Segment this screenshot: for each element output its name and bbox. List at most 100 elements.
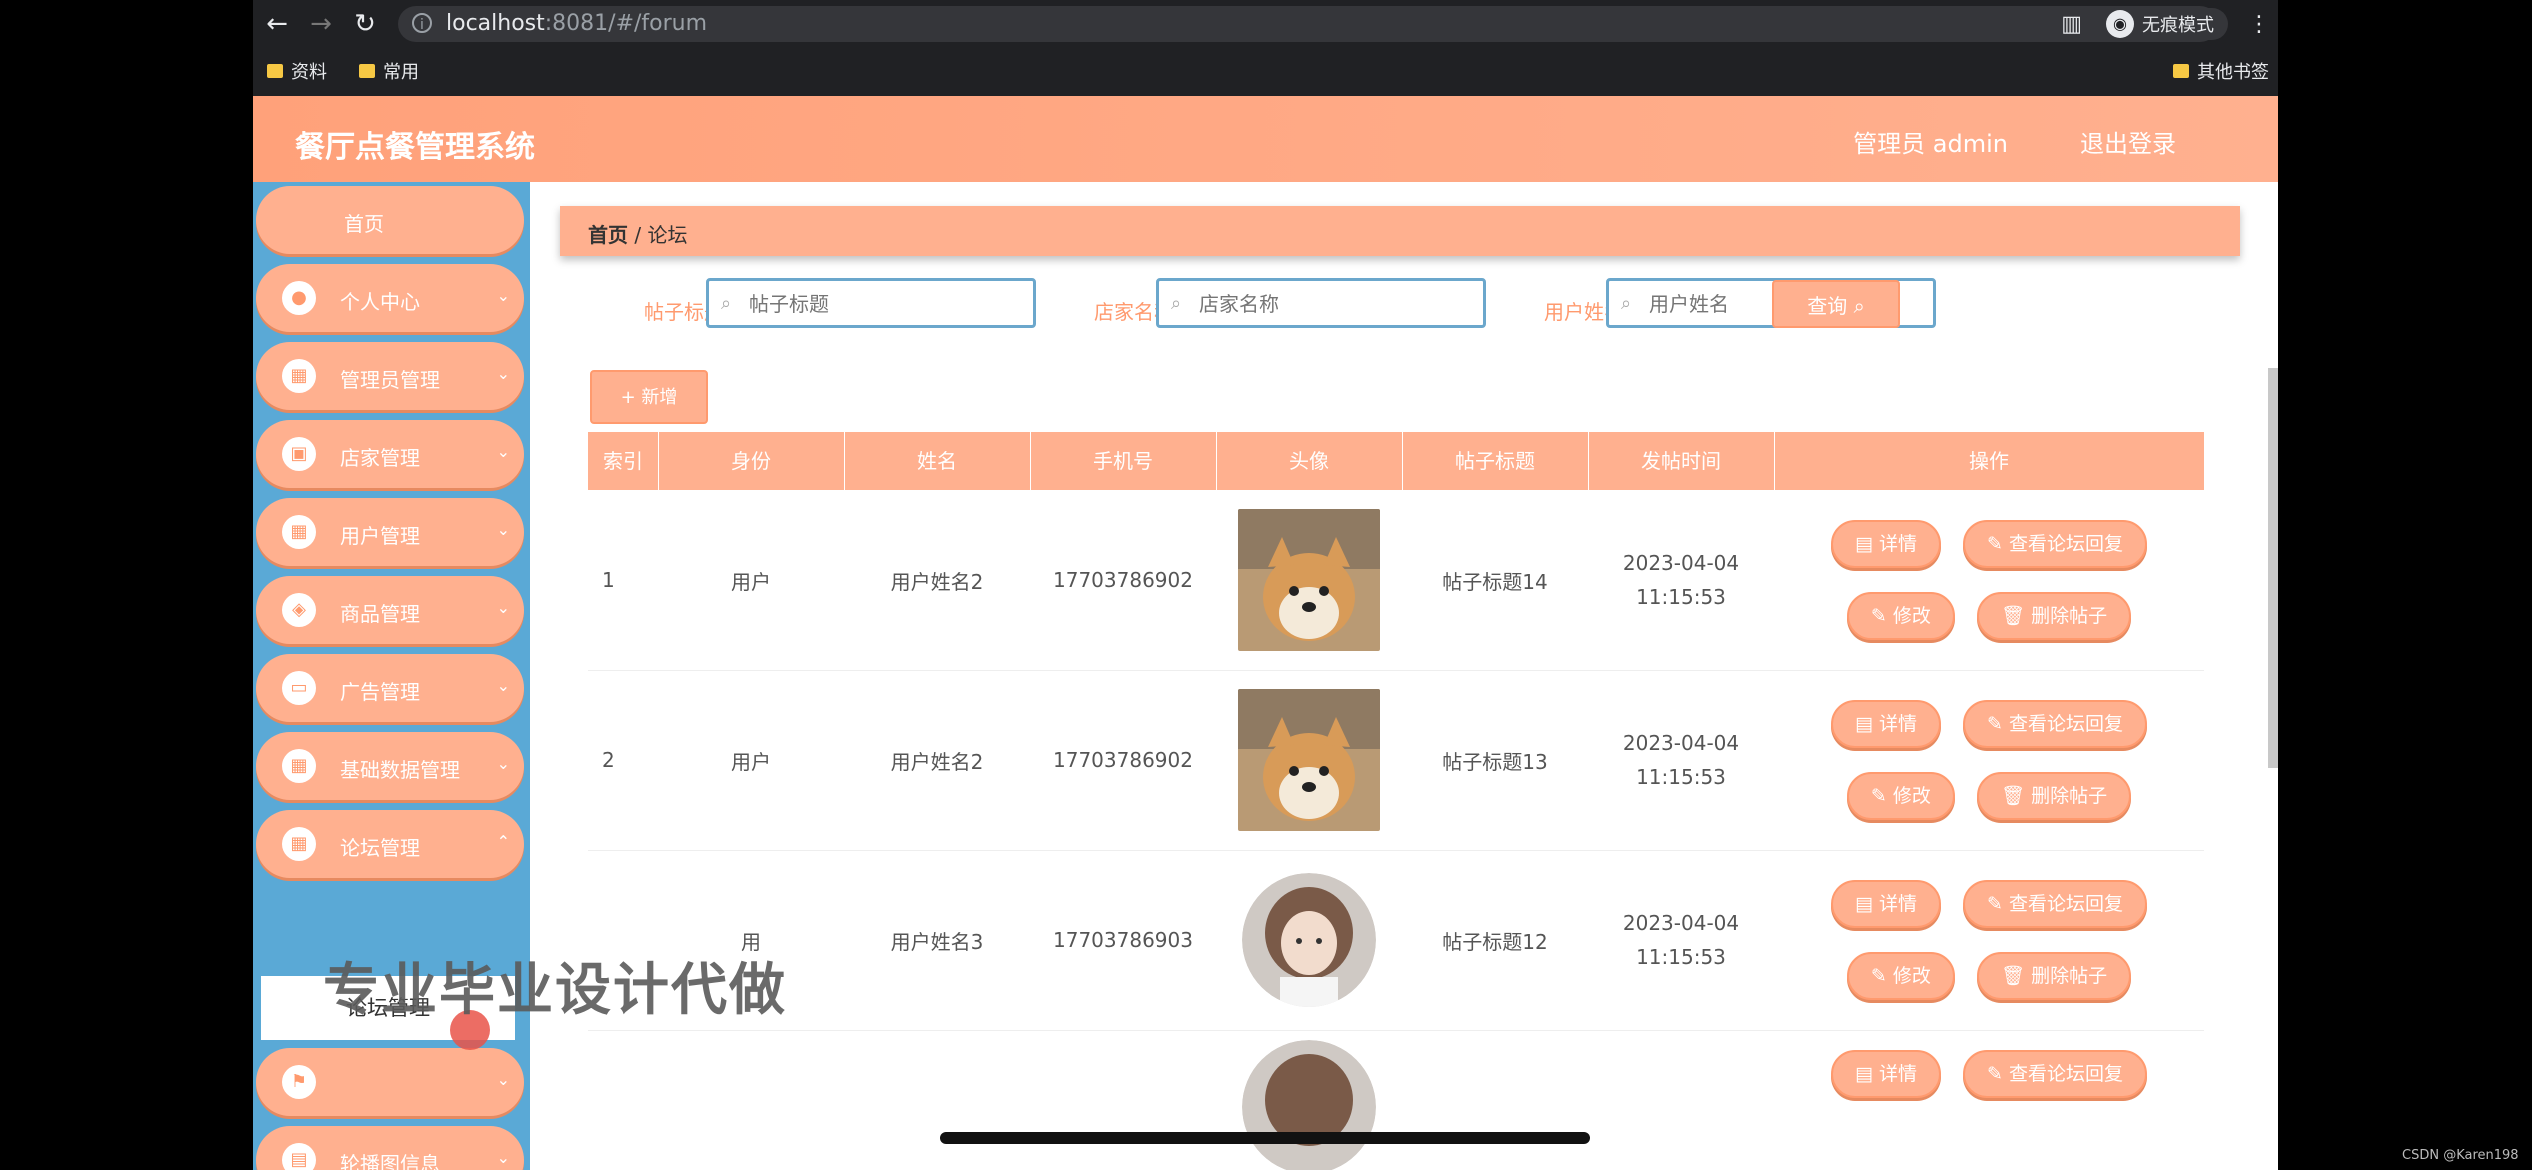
avatar-cell: [1216, 1030, 1402, 1170]
sidebar-item-goods[interactable]: ◈ 商品管理 ⌄: [256, 576, 524, 644]
url-host: localhost: [446, 11, 545, 36]
sidebar-item-users[interactable]: ▦ 用户管理 ⌄: [256, 498, 524, 566]
app-title: 餐厅点餐管理系统: [295, 130, 535, 165]
sidebar-item-shop[interactable]: ▣ 店家管理 ⌄: [256, 420, 524, 488]
logout-link[interactable]: 退出登录: [2080, 124, 2176, 159]
forward-icon[interactable]: →: [305, 8, 337, 40]
edit-button[interactable]: ✎ 修改: [1846, 592, 1955, 640]
bookmark-folder[interactable]: 常用: [359, 58, 419, 84]
view-reply-button[interactable]: ✎ 查看论坛回复: [1963, 520, 2147, 568]
avatar: [1238, 509, 1380, 651]
edit-icon: ✎: [1987, 893, 2003, 915]
delete-button[interactable]: 🗑 删除帖子: [1976, 952, 2132, 1000]
edit-icon: ✎: [1870, 605, 1887, 627]
bookmarks-bar: 资料 常用 其他书签: [253, 52, 2278, 92]
browser-chrome: ← → ↻ i localhost:8081/#/forum ⚿ ☆ ▥ ◉ 无…: [253, 0, 2278, 96]
edit-icon: ✎: [1870, 785, 1887, 807]
overlay-watermark: 专业毕业设计代做: [323, 958, 787, 1023]
info-icon[interactable]: i: [412, 13, 432, 33]
reload-icon[interactable]: ↻: [349, 8, 381, 40]
title-search-field[interactable]: ⌕: [706, 278, 1036, 328]
grid-icon: ▦: [282, 749, 316, 783]
view-reply-button[interactable]: ✎ 查看论坛回复: [1963, 880, 2147, 928]
chevron-down-icon: ⌄: [496, 754, 510, 773]
sidebar-item-hidden[interactable]: ⚑ ⌄: [256, 1048, 524, 1116]
table-row: 2 用户 用户姓名2 17703786902 帖子标题13 2023-04-04…: [588, 670, 2204, 851]
chevron-down-icon: ⌄: [496, 364, 510, 383]
avatar-cell: [1216, 670, 1402, 850]
sidebar-item-forum[interactable]: ▦ 论坛管理 ⌃: [256, 810, 524, 878]
search-icon: ⌕: [1853, 294, 1865, 318]
breadcrumb-home[interactable]: 首页: [588, 223, 628, 247]
title-search-input[interactable]: [747, 291, 1021, 317]
sidebar-item-personal[interactable]: ● 个人中心 ⌄: [256, 264, 524, 332]
table-row: 1 用户 用户姓名2 17703786902 帖子标题14 2023-04-04…: [588, 490, 2204, 671]
top-bar: 餐厅点餐管理系统 管理员 admin 退出登录: [253, 96, 2278, 182]
user-icon: ●: [282, 281, 316, 315]
grid-icon: ▦: [282, 515, 316, 549]
add-button[interactable]: + 新增: [590, 370, 708, 424]
trash-icon: 🗑: [2000, 785, 2026, 807]
detail-button[interactable]: ▤ 详情: [1831, 880, 1942, 928]
incognito-badge[interactable]: ◉ 无痕模式: [2102, 8, 2228, 40]
box-icon: ◈: [282, 593, 316, 627]
avatar-cell: [1216, 850, 1402, 1030]
chevron-down-icon: ⌄: [496, 1070, 510, 1089]
briefcase-icon: ▣: [282, 437, 316, 471]
menu-dots-icon[interactable]: ⋮: [2248, 12, 2270, 37]
view-reply-button[interactable]: ✎ 查看论坛回复: [1963, 700, 2147, 748]
trash-icon: 🗑: [2000, 605, 2026, 627]
sidebar-item-carousel[interactable]: ▤ 轮播图信息 ⌄: [256, 1126, 524, 1170]
grid-icon: ▦: [282, 827, 316, 861]
edit-icon: ✎: [1987, 533, 2003, 555]
grid-icon: ▦: [282, 359, 316, 393]
row-actions: ▤ 详情 ✎ 查看论坛回复 ✎ 修改 🗑 删除帖子: [1774, 850, 2204, 1030]
chevron-down-icon: ⌄: [496, 520, 510, 539]
delete-button[interactable]: 🗑 删除帖子: [1976, 592, 2132, 640]
incognito-label: 无痕模式: [2142, 15, 2214, 36]
doc-icon: ▤: [1855, 533, 1873, 555]
query-button[interactable]: 查询 ⌕: [1772, 280, 1900, 328]
shop-search-input[interactable]: [1197, 291, 1471, 317]
edit-button[interactable]: ✎ 修改: [1846, 952, 1955, 1000]
sidebar-item-home[interactable]: 首页: [256, 186, 524, 254]
sidebar-item-admin[interactable]: ▦ 管理员管理 ⌄: [256, 342, 524, 410]
sidebar-toggle-icon[interactable]: ▥: [2061, 12, 2082, 37]
address-bar[interactable]: i localhost:8081/#/forum ⚿ ☆: [398, 6, 2218, 43]
doc-icon: ▤: [1855, 1063, 1873, 1085]
doc-icon: ▤: [1855, 713, 1873, 735]
home-indicator: [940, 1132, 1590, 1144]
admin-label: 管理员 admin: [1853, 130, 2008, 158]
avatar: [1242, 873, 1376, 1007]
delete-button[interactable]: 🗑 删除帖子: [1976, 772, 2132, 820]
folder-icon: [359, 64, 375, 78]
breadcrumb: 首页 / 论坛: [560, 206, 2240, 256]
incognito-icon: ◉: [2106, 10, 2134, 38]
url-path: :8081/#/forum: [544, 11, 708, 36]
sidebar-item-base-data[interactable]: ▦ 基础数据管理 ⌄: [256, 732, 524, 800]
chevron-up-icon: ⌃: [496, 832, 510, 851]
bookmark-folder[interactable]: 资料: [267, 58, 327, 84]
breadcrumb-current: 论坛: [647, 223, 688, 247]
folder-icon: [2173, 64, 2189, 78]
avatar-cell: [1216, 490, 1402, 670]
shop-search-field[interactable]: ⌕: [1156, 278, 1486, 328]
view-reply-button[interactable]: ✎ 查看论坛回复: [1963, 1050, 2147, 1098]
folder-icon: [267, 64, 283, 78]
back-icon[interactable]: ←: [261, 8, 293, 40]
detail-button[interactable]: ▤ 详情: [1831, 1050, 1942, 1098]
other-bookmarks[interactable]: 其他书签: [2173, 58, 2269, 84]
chevron-down-icon: ⌄: [496, 676, 510, 695]
chevron-down-icon: ⌄: [496, 1148, 510, 1167]
forum-table: 索引 身份 姓名 手机号 头像 帖子标题 发帖时间 操作 1 用户 用户姓名2 …: [588, 432, 2204, 1170]
sidebar-item-ads[interactable]: ▭ 广告管理 ⌄: [256, 654, 524, 722]
image-icon: ▤: [282, 1143, 316, 1170]
edit-icon: ✎: [1987, 1063, 2003, 1085]
edit-button[interactable]: ✎ 修改: [1846, 772, 1955, 820]
scrollbar[interactable]: [2268, 368, 2278, 768]
row-actions: ▤ 详情 ✎ 查看论坛回复 ✎ 修改 🗑 删除帖子: [1774, 490, 2204, 670]
detail-button[interactable]: ▤ 详情: [1831, 700, 1942, 748]
edit-icon: ✎: [1870, 965, 1887, 987]
detail-button[interactable]: ▤ 详情: [1831, 520, 1942, 568]
csdn-credit: CSDN @Karen198: [2402, 1148, 2519, 1163]
